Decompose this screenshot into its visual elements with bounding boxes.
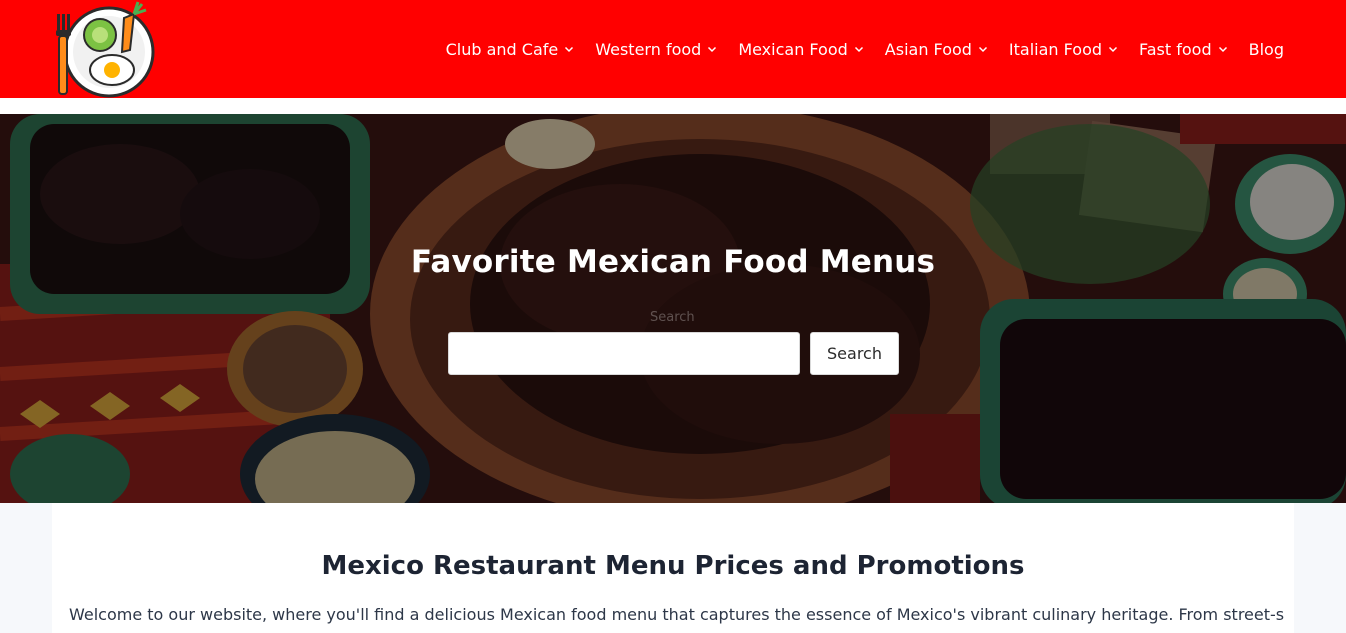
- search-button[interactable]: Search: [810, 332, 899, 375]
- chevron-down-icon: [1218, 46, 1227, 53]
- nav-item-fast-food[interactable]: Fast food: [1139, 40, 1228, 59]
- nav-label: Italian Food: [1008, 39, 1103, 59]
- nav-label: Western food: [595, 39, 702, 59]
- site-header: Club and Cafe Western food Mexican Food …: [0, 0, 1346, 98]
- food-plate-logo-icon[interactable]: [50, 0, 160, 98]
- main-content: Mexico Restaurant Menu Prices and Promot…: [52, 503, 1294, 633]
- nav-label: Asian Food: [884, 39, 972, 59]
- nav-item-blog[interactable]: Blog: [1249, 40, 1284, 59]
- nav-item-western-food[interactable]: Western food: [595, 40, 717, 59]
- section-heading: Mexico Restaurant Menu Prices and Promot…: [321, 551, 1025, 581]
- chevron-down-icon: [708, 46, 717, 53]
- nav-item-italian-food[interactable]: Italian Food: [1009, 40, 1118, 59]
- nav-item-mexican-food[interactable]: Mexican Food: [738, 40, 863, 59]
- hero-dark-overlay: [0, 114, 1346, 503]
- chevron-down-icon: [854, 46, 863, 53]
- nav-label: Club and Cafe: [445, 39, 559, 59]
- nav-label: Blog: [1248, 39, 1284, 59]
- nav-label: Mexican Food: [738, 39, 848, 59]
- intro-paragraph: Welcome to our website, where you'll fin…: [69, 605, 1284, 624]
- hero-banner: Favorite Mexican Food Menus Search Searc…: [0, 114, 1346, 503]
- chevron-down-icon: [1108, 46, 1118, 53]
- nav-item-asian-food[interactable]: Asian Food: [885, 40, 988, 59]
- chevron-down-icon: [978, 46, 987, 53]
- header-spacer: [0, 98, 1346, 114]
- nav-item-club-and-cafe[interactable]: Club and Cafe: [446, 40, 575, 59]
- search-input[interactable]: [448, 332, 800, 375]
- nav-label: Fast food: [1139, 39, 1212, 59]
- main-nav: Club and Cafe Western food Mexican Food …: [425, 0, 1284, 98]
- hero-title: Favorite Mexican Food Menus: [410, 244, 936, 280]
- chevron-down-icon: [565, 46, 574, 53]
- search-label: Search: [650, 310, 695, 325]
